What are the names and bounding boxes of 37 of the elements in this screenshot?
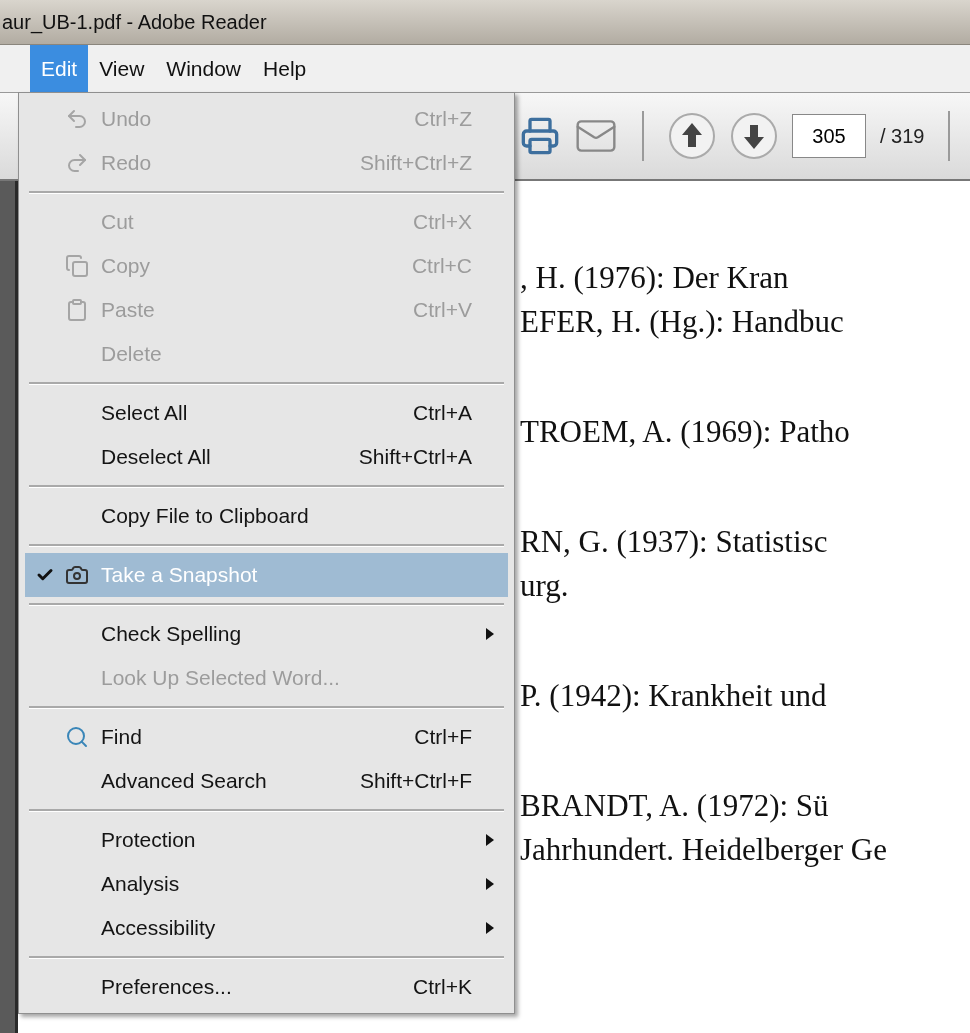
printer-icon[interactable] [520,116,560,156]
menu-bar-item[interactable]: View [88,45,156,92]
undo-icon [65,107,89,131]
document-text: EFER, H. (Hg.): Handbuc [520,303,845,341]
window-title: aur_UB-1.pdf - Adobe Reader [1,10,267,34]
page-total: / 319 [880,124,925,148]
menu-bar-item[interactable]: Help [252,45,318,92]
menu-item[interactable]: Analysis [25,862,508,906]
menu-item[interactable]: Find Ctrl+F [25,715,508,759]
menu-item[interactable]: Deselect All Shift+Ctrl+A [25,435,508,479]
redo-icon [65,151,89,175]
menu-item[interactable]: Accessibility [25,906,508,950]
arrow-up-icon[interactable] [668,112,716,160]
submenu-arrow-icon [485,877,495,891]
menu-item[interactable]: Copy File to Clipboard [25,494,508,538]
menu-item[interactable]: Preferences... Ctrl+K [25,965,508,1009]
menu-bar-item[interactable]: Window [155,45,253,92]
document-text: Jahrhundert. Heidelberger Ge [520,831,888,869]
page-number-field[interactable]: 305 [792,114,866,158]
submenu-arrow-icon [485,921,495,935]
menu-item[interactable]: Advanced Search Shift+Ctrl+F [25,759,508,803]
document-text: RN, G. (1937): Statistisc [520,523,829,561]
arrow-down-icon[interactable] [730,112,778,160]
menu-item[interactable]: Protection [25,818,508,862]
document-text: P. (1942): Krankheit und [520,677,828,715]
search-icon [65,725,89,749]
copy-icon [65,254,89,278]
clipboard-icon [65,298,89,322]
document-text: BRANDT, A. (1972): Sü [520,787,830,825]
menu-item[interactable]: Select All Ctrl+A [25,391,508,435]
document-text: urg. [520,567,570,605]
menu-item[interactable]: Check Spelling [25,612,508,656]
document-text: , H. (1976): Der Kran [520,259,790,297]
submenu-arrow-icon [485,627,495,641]
camera-icon [65,563,89,587]
submenu-arrow-icon [485,833,495,847]
document-text: TROEM, A. (1969): Patho [520,413,851,451]
